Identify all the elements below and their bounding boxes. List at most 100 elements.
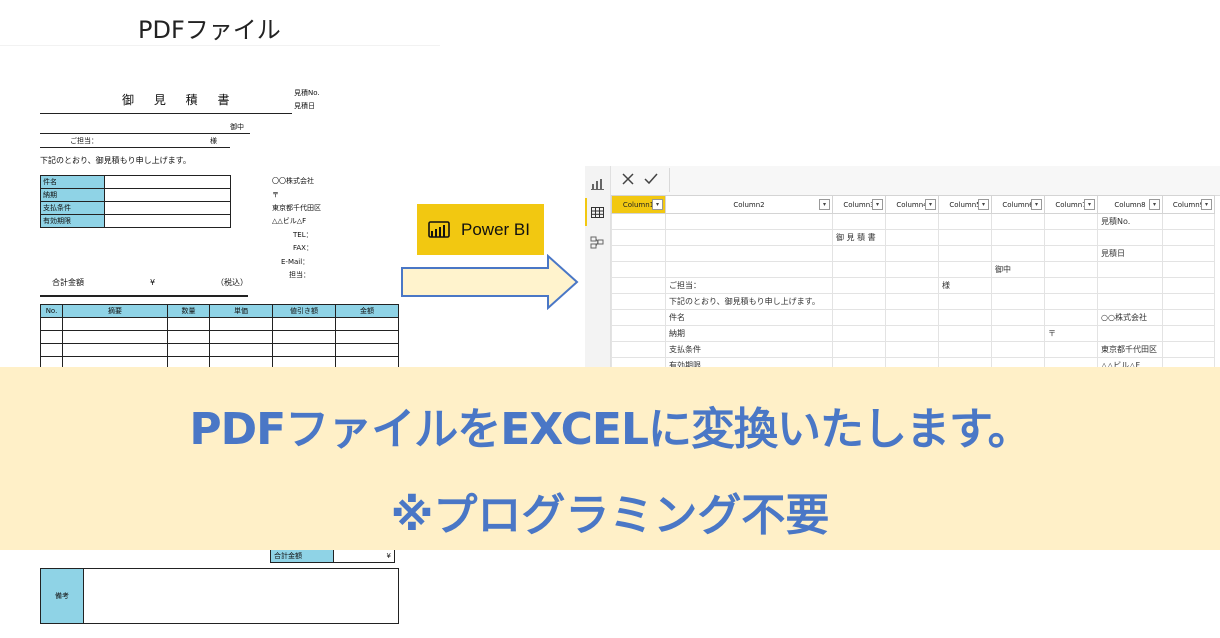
table-cell[interactable] [1162,341,1215,358]
table-cell[interactable] [1044,229,1098,246]
column-header[interactable]: Column9 ▾ [1162,195,1215,214]
table-cell[interactable] [665,213,833,230]
table-cell[interactable] [665,245,833,262]
table-cell[interactable] [1044,277,1098,294]
table-cell[interactable] [885,245,939,262]
table-cell[interactable]: 〒 [1044,325,1098,342]
table-cell[interactable] [938,293,992,310]
table-cell[interactable]: 様 [938,277,992,294]
table-cell[interactable] [885,213,939,230]
table-cell[interactable] [611,309,666,326]
chevron-down-icon[interactable]: ▾ [872,199,883,210]
table-cell[interactable] [832,245,886,262]
table-cell[interactable] [938,261,992,278]
table-cell[interactable] [938,229,992,246]
column-header[interactable]: Column4 ▾ [885,195,939,214]
table-cell[interactable]: ご担当： [665,277,833,294]
table-cell[interactable] [1162,261,1215,278]
table-cell[interactable] [938,341,992,358]
table-cell[interactable] [1097,325,1163,342]
table-cell[interactable] [611,245,666,262]
table-cell[interactable] [832,325,886,342]
table-cell[interactable] [1044,293,1098,310]
table-cell[interactable] [1162,213,1215,230]
table-cell[interactable]: ○○株式会社 [1097,309,1163,326]
table-cell[interactable] [832,341,886,358]
table-cell[interactable] [611,341,666,358]
table-cell[interactable] [1097,277,1163,294]
table-cell[interactable] [885,229,939,246]
table-cell[interactable] [1162,325,1215,342]
table-cell[interactable] [991,213,1045,230]
table-cell[interactable] [885,261,939,278]
table-cell[interactable]: 見積No. [1097,213,1163,230]
table-cell[interactable]: 御中 [991,261,1045,278]
table-cell[interactable] [1044,309,1098,326]
chevron-down-icon[interactable]: ▾ [652,199,663,210]
table-cell[interactable] [991,309,1045,326]
table-cell[interactable] [885,325,939,342]
table-cell[interactable] [1162,229,1215,246]
table-cell[interactable] [991,293,1045,310]
table-cell[interactable] [832,261,886,278]
table-cell[interactable] [991,229,1045,246]
table-cell[interactable] [611,261,666,278]
table-cell[interactable] [1162,293,1215,310]
cancel-icon[interactable] [620,171,636,191]
table-cell[interactable] [611,293,666,310]
table-cell[interactable] [1097,229,1163,246]
table-cell[interactable]: 御 見 積 書 [832,229,886,246]
table-cell[interactable] [665,229,833,246]
table-cell[interactable] [938,245,992,262]
table-cell[interactable] [611,325,666,342]
chevron-down-icon[interactable]: ▾ [978,199,989,210]
table-cell[interactable] [991,277,1045,294]
table-cell[interactable]: 東京都千代田区 [1097,341,1163,358]
table-cell[interactable] [885,293,939,310]
model-icon[interactable] [590,235,605,250]
table-cell[interactable] [1044,245,1098,262]
column-header[interactable]: Column3 ▾ [832,195,886,214]
table-cell[interactable] [1044,341,1098,358]
chevron-down-icon[interactable]: ▾ [925,199,936,210]
column-header[interactable]: Column1 ▾ [611,195,666,214]
table-cell[interactable] [832,213,886,230]
chevron-down-icon[interactable]: ▾ [1149,199,1160,210]
table-cell[interactable] [991,341,1045,358]
column-header[interactable]: Column2 ▾ [665,195,833,214]
table-cell[interactable] [938,213,992,230]
table-icon[interactable] [590,205,605,220]
table-cell[interactable] [611,213,666,230]
table-cell[interactable] [832,309,886,326]
column-header[interactable]: Column7 ▾ [1044,195,1098,214]
table-cell[interactable] [832,277,886,294]
table-cell[interactable] [938,309,992,326]
table-cell[interactable] [1044,261,1098,278]
table-cell[interactable]: 件名 [665,309,833,326]
chevron-down-icon[interactable]: ▾ [819,199,830,210]
table-cell[interactable]: 見積日 [1097,245,1163,262]
column-header[interactable]: Column8 ▾ [1097,195,1163,214]
column-header[interactable]: Column6 ▾ [991,195,1045,214]
table-cell[interactable] [1162,277,1215,294]
table-cell[interactable] [665,261,833,278]
table-cell[interactable] [611,229,666,246]
table-cell[interactable] [611,277,666,294]
table-cell[interactable]: 納期 [665,325,833,342]
table-cell[interactable] [1044,213,1098,230]
table-cell[interactable] [1162,309,1215,326]
chevron-down-icon[interactable]: ▾ [1031,199,1042,210]
table-cell[interactable]: 下記のとおり、御見積もり申し上げます。 [665,293,833,310]
chevron-down-icon[interactable]: ▾ [1084,199,1095,210]
column-header[interactable]: Column5 ▾ [938,195,992,214]
table-cell[interactable] [991,325,1045,342]
report-icon[interactable] [590,176,605,191]
table-cell[interactable] [832,293,886,310]
table-cell[interactable] [885,277,939,294]
table-cell[interactable] [1097,261,1163,278]
check-icon[interactable] [643,171,659,191]
table-cell[interactable] [1162,245,1215,262]
table-cell[interactable] [885,309,939,326]
table-cell[interactable]: 支払条件 [665,341,833,358]
table-cell[interactable] [991,245,1045,262]
